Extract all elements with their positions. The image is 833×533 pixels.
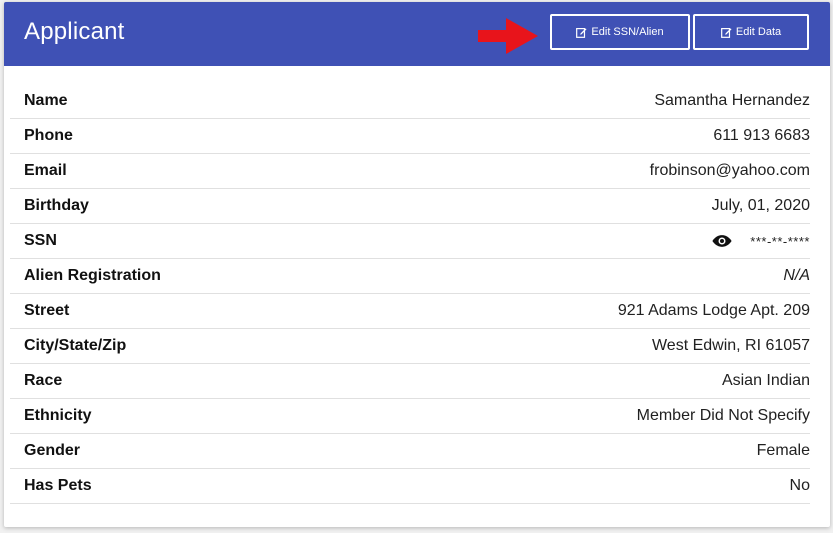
field-value: West Edwin, RI 61057	[651, 337, 810, 354]
field-label: Street	[24, 302, 70, 319]
field-value: No	[789, 477, 810, 494]
edit-icon	[720, 27, 732, 38]
field-value: Member Did Not Specify	[636, 407, 810, 424]
field-label: City/State/Zip	[24, 337, 127, 354]
row-race: Race Asian Indian	[10, 364, 810, 399]
row-ssn: SSN ***-**-****	[10, 224, 810, 259]
eye-icon[interactable]	[712, 234, 732, 248]
row-street: Street 921 Adams Lodge Apt. 209	[10, 294, 810, 329]
row-alien-registration: Alien Registration N/A	[10, 259, 810, 294]
row-birthday: Birthday July, 01, 2020	[10, 189, 810, 224]
field-value: July, 01, 2020	[711, 197, 810, 214]
row-email: Email frobinson@yahoo.com	[10, 154, 810, 189]
card-header: Applicant Edit SSN/Alien Edit Data	[4, 2, 830, 66]
applicant-card: Applicant Edit SSN/Alien Edit Data Name …	[4, 2, 830, 527]
field-value: N/A	[783, 267, 810, 284]
field-label: Email	[24, 162, 67, 179]
field-value: frobinson@yahoo.com	[649, 162, 810, 179]
edit-ssn-alien-label: Edit SSN/Alien	[591, 26, 664, 38]
field-label: Name	[24, 92, 68, 109]
arrow-right-icon	[478, 18, 538, 54]
row-ethnicity: Ethnicity Member Did Not Specify	[10, 399, 810, 434]
row-city-state-zip: City/State/Zip West Edwin, RI 61057	[10, 329, 810, 364]
field-label: Ethnicity	[24, 407, 92, 424]
field-value: Samantha Hernandez	[654, 92, 810, 109]
field-label: Race	[24, 372, 63, 389]
row-name: Name Samantha Hernandez	[10, 84, 810, 119]
field-label: Gender	[24, 442, 81, 459]
field-label: Has Pets	[24, 477, 92, 494]
applicant-details: Name Samantha Hernandez Phone 611 913 66…	[10, 84, 810, 504]
field-label: Alien Registration	[24, 267, 161, 284]
field-label: SSN	[24, 232, 57, 249]
card-title: Applicant	[24, 18, 125, 45]
field-label: Phone	[24, 127, 73, 144]
field-value: Female	[756, 442, 810, 459]
row-gender: Gender Female	[10, 434, 810, 469]
field-value: 921 Adams Lodge Apt. 209	[617, 302, 810, 319]
ssn-value-group: ***-**-****	[712, 234, 810, 249]
edit-data-label: Edit Data	[735, 26, 782, 38]
edit-ssn-alien-button[interactable]: Edit SSN/Alien	[550, 14, 690, 50]
edit-data-button[interactable]: Edit Data	[693, 14, 809, 50]
ssn-masked-value: ***-**-****	[750, 233, 810, 249]
field-value: Asian Indian	[721, 372, 810, 389]
row-phone: Phone 611 913 6683	[10, 119, 810, 154]
field-label: Birthday	[24, 197, 89, 214]
field-value: 611 913 6683	[713, 127, 810, 144]
row-has-pets: Has Pets No	[10, 469, 810, 504]
edit-icon	[576, 27, 587, 38]
